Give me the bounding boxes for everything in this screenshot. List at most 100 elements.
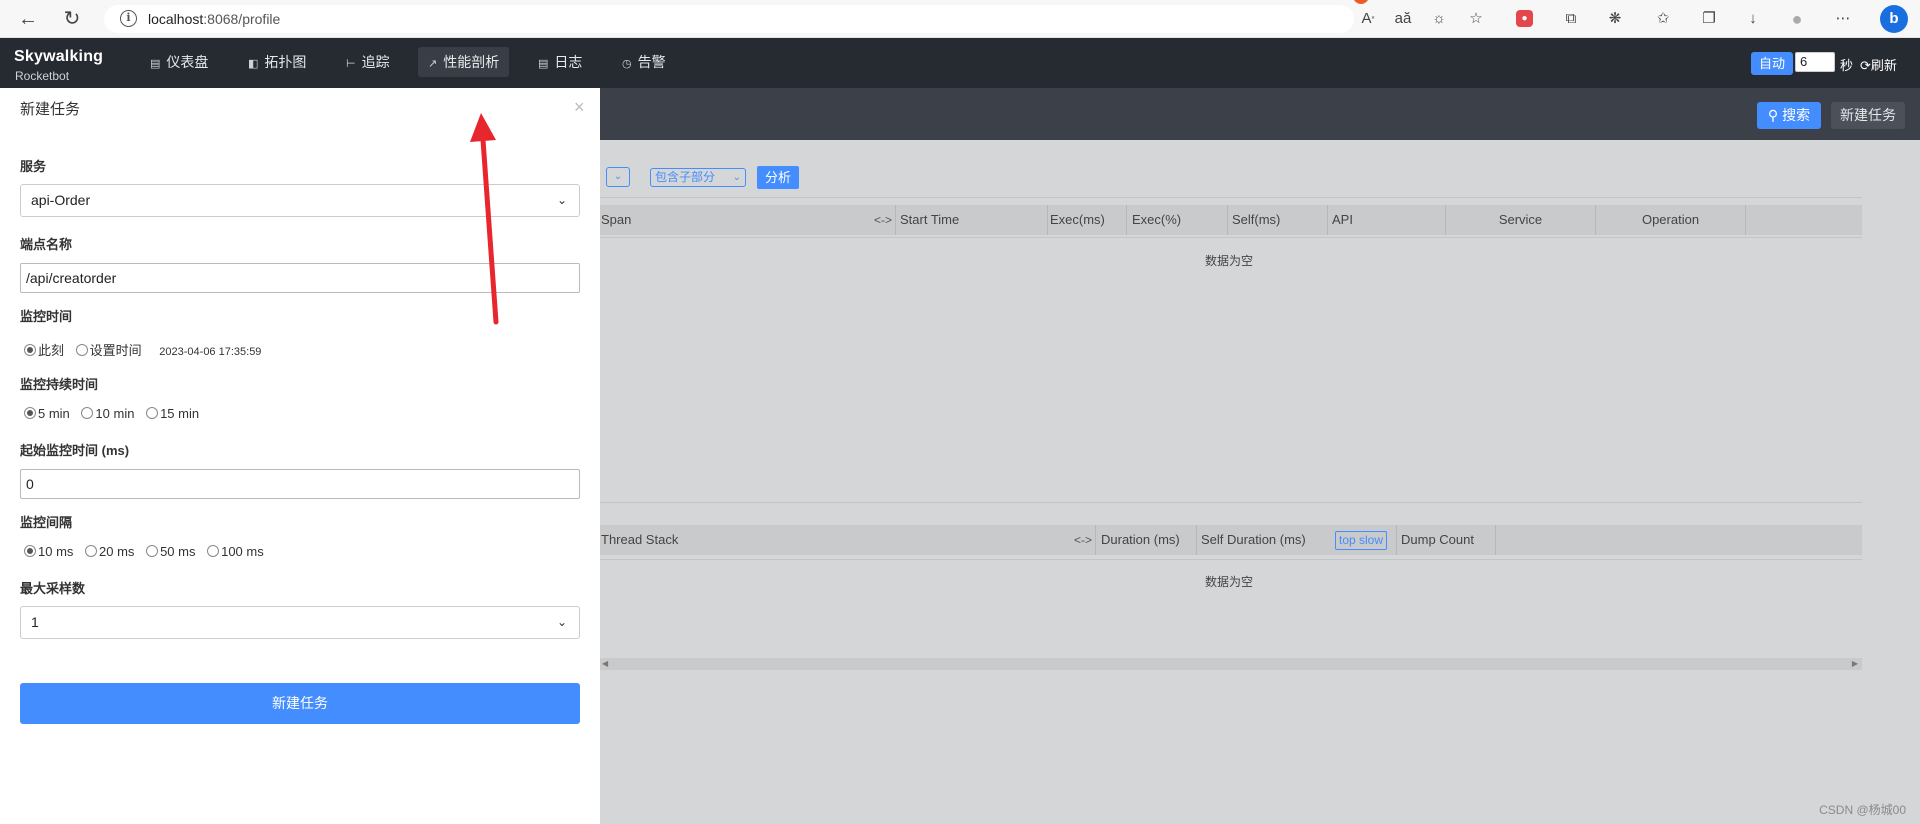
chevron-down-icon: ⌄	[613, 171, 623, 182]
endpoint-input[interactable]: /api/creatorder	[20, 263, 580, 293]
column-self-ms: Self(ms)	[1228, 205, 1328, 235]
span-table-empty: 数据为空	[1205, 254, 1254, 268]
monitor-time-label: 监控时间	[20, 309, 73, 324]
stack-table-header: Thread Stack <-> Duration (ms) Self Dura…	[600, 525, 1862, 555]
drawer-title: 新建任务	[20, 101, 81, 118]
monitor-time-now-radio[interactable]: 此刻	[24, 343, 64, 358]
max-sample-label: 最大采样数	[20, 581, 86, 596]
divider	[600, 237, 1862, 238]
top-slow-button[interactable]: top slow	[1335, 531, 1388, 550]
extension-icon[interactable]: ●	[1516, 10, 1533, 27]
divider	[600, 502, 1862, 503]
radio-unchecked-icon	[146, 545, 159, 557]
tracking-prevention-icon[interactable]: ☼	[1428, 8, 1450, 30]
interval-20ms-radio[interactable]: 20 ms	[85, 544, 134, 559]
start-time-input[interactable]: 0	[20, 469, 580, 499]
address-bar[interactable]: i localhost:8068/profile	[104, 5, 1354, 33]
refresh-icon: ⟳	[1860, 58, 1871, 73]
download-icon[interactable]: ↓	[1742, 8, 1764, 30]
divider	[600, 559, 1862, 560]
duration-15min-radio[interactable]: 15 min	[146, 406, 199, 421]
include-children-select[interactable]: 包含子部分 ⌄	[650, 168, 746, 187]
column-resize-icon[interactable]: <->	[874, 205, 892, 235]
radio-unchecked-icon	[146, 407, 159, 419]
max-sample-select[interactable]: 1 ⌄	[20, 606, 580, 639]
translate-icon[interactable]: aă	[1392, 8, 1414, 30]
alarm-icon: ◷	[622, 58, 632, 70]
nav-alarm[interactable]: ◷ 告警	[612, 47, 676, 77]
endpoint-label: 端点名称	[20, 237, 73, 252]
profile-avatar-icon[interactable]: ●	[1786, 8, 1808, 30]
topology-icon: ◧	[248, 58, 259, 70]
radio-checked-icon	[24, 545, 36, 557]
logo: Skywalking	[14, 48, 104, 65]
scroll-right-icon[interactable]: ▶	[1852, 658, 1858, 670]
nav-trace[interactable]: ⊢ 追踪	[336, 47, 400, 77]
url-text[interactable]: localhost:8068/profile	[148, 11, 280, 27]
span-table-header: Span <-> Start Time Exec(ms) Exec(%) Sel…	[600, 205, 1862, 235]
monitor-time-options: 此刻 设置时间 2023-04-06 17:35:59	[24, 340, 261, 359]
watermark: CSDN @杨城00	[1819, 803, 1906, 817]
interval-label: 监控间隔	[20, 515, 73, 530]
new-task-button[interactable]: 新建任务	[1831, 102, 1905, 129]
column-dump-count: Dump Count	[1397, 525, 1496, 555]
extensions-icon[interactable]: ❋	[1604, 8, 1626, 30]
service-select[interactable]: api-Order ⌄	[20, 184, 580, 217]
log-icon: ▤	[538, 58, 549, 70]
logo-subtitle: Rocketbot	[15, 69, 70, 83]
trace-icon: ⊢	[346, 58, 356, 70]
start-time-label: 起始监控时间 (ms)	[20, 443, 130, 458]
nav-dashboard[interactable]: ▤ 仪表盘	[140, 47, 218, 77]
column-exec-percent: Exec(%)	[1127, 205, 1228, 235]
monitor-time-set-radio[interactable]: 设置时间	[75, 343, 142, 358]
horizontal-scrollbar[interactable]: ◀ ▶	[600, 658, 1862, 670]
radio-unchecked-icon	[81, 407, 94, 419]
segment-select[interactable]: ⌄	[606, 167, 630, 187]
collections-icon[interactable]: ⧉	[1560, 8, 1582, 30]
divider	[600, 197, 1862, 198]
favorite-add-icon[interactable]: ☆	[1465, 8, 1487, 30]
refresh-interval-input[interactable]: 6	[1795, 52, 1835, 72]
create-task-button[interactable]: 新建任务	[20, 683, 580, 724]
tabs-icon[interactable]: ❐	[1698, 8, 1720, 30]
search-button[interactable]: ⚲ 搜索	[1757, 102, 1821, 129]
auto-refresh-button[interactable]: 自动	[1751, 52, 1793, 75]
column-span: Span	[600, 205, 896, 235]
search-icon: ⚲	[1767, 107, 1779, 123]
close-icon[interactable]: ×	[574, 98, 585, 116]
nav-topology[interactable]: ◧ 拓扑图	[238, 47, 316, 77]
scroll-left-icon[interactable]: ◀	[602, 658, 608, 670]
bing-chat-icon[interactable]: b	[1880, 5, 1908, 33]
interval-options: 10 ms 20 ms 50 ms 100 ms	[24, 544, 272, 559]
chevron-down-icon: ⌄	[732, 172, 741, 183]
interval-10ms-radio[interactable]: 10 ms	[24, 544, 73, 559]
site-info-icon[interactable]: i	[120, 10, 137, 27]
analyze-button[interactable]: 分析	[757, 166, 799, 189]
nav-profile[interactable]: ↗ 性能剖析	[418, 47, 510, 77]
service-label: 服务	[20, 159, 47, 174]
column-duration: Duration (ms)	[1096, 525, 1197, 555]
seconds-label: 秒	[1840, 58, 1854, 73]
chevron-down-icon: ⌄	[556, 193, 567, 207]
read-aloud-icon[interactable]: A”	[1357, 8, 1379, 30]
refresh-button[interactable]: ⟳刷新	[1860, 55, 1897, 74]
interval-50ms-radio[interactable]: 50 ms	[146, 544, 195, 559]
radio-unchecked-icon	[207, 545, 220, 557]
column-service: Service	[1446, 205, 1596, 235]
duration-5min-radio[interactable]: 5 min	[24, 406, 70, 421]
duration-10min-radio[interactable]: 10 min	[81, 406, 134, 421]
radio-unchecked-icon	[85, 545, 98, 557]
browser-toolbar: ← ↻ i localhost:8068/profile A” aă ☼ ☆ ●…	[0, 0, 1920, 38]
more-menu-icon[interactable]: ⋯	[1832, 8, 1854, 30]
reload-icon[interactable]: ↻	[60, 7, 84, 31]
favorites-icon[interactable]: ✩	[1652, 8, 1674, 30]
duration-options: 5 min 10 min 15 min	[24, 406, 207, 421]
radio-checked-icon	[24, 407, 36, 419]
column-start-time: Start Time	[896, 205, 1048, 235]
chevron-down-icon: ⌄	[556, 615, 567, 629]
nav-log[interactable]: ▤ 日志	[528, 47, 592, 77]
column-resize-icon[interactable]: <->	[1074, 525, 1092, 555]
back-icon[interactable]: ←	[16, 7, 40, 31]
interval-100ms-radio[interactable]: 100 ms	[207, 544, 264, 559]
stack-table-empty: 数据为空	[1205, 575, 1254, 589]
